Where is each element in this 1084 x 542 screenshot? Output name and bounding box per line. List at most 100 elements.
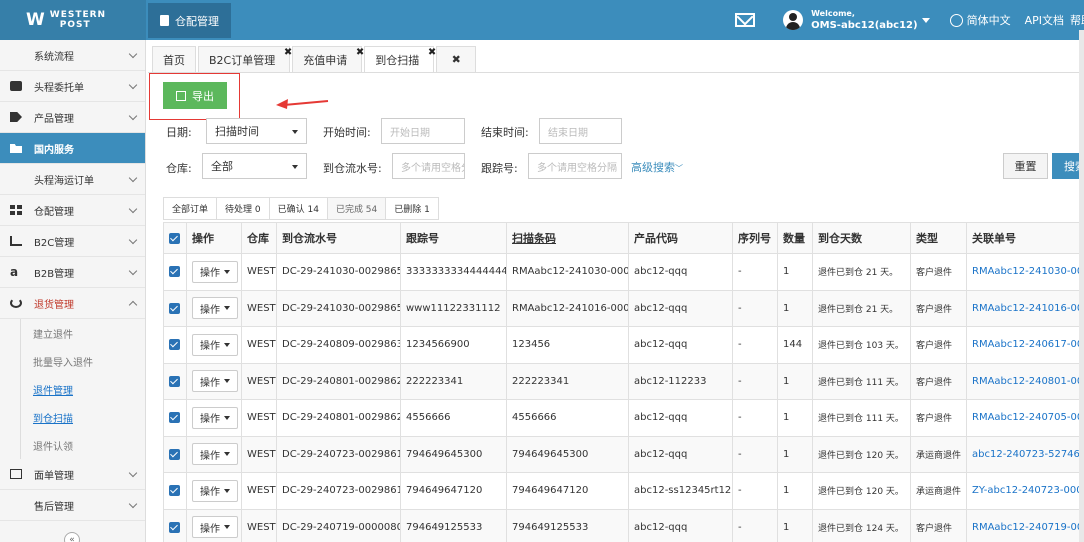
cell-serial: - [732,435,778,473]
cell-flow-number: DC-29-241030-00298655 [276,289,401,327]
row-action-button[interactable]: 操作 [192,443,238,466]
cell-type: 客户退件 [910,326,967,364]
row-checkbox[interactable] [163,362,187,400]
row-action-label: 操作 [200,341,220,353]
chevron-down-icon [128,49,138,59]
row-checkbox[interactable] [163,326,187,364]
mail-icon[interactable] [735,13,756,27]
row-action-button[interactable]: 操作 [192,333,238,356]
row-action-button[interactable]: 操作 [192,479,238,502]
select-all-checkbox[interactable] [163,222,187,254]
flow-number-input[interactable]: 多个请用空格分隔 [392,153,465,179]
cell-serial: - [732,399,778,437]
reset-button[interactable]: 重置 [1003,153,1048,179]
tab-arrival-scan[interactable]: 到仓扫描 ✖ [364,46,436,72]
cell-flow-number: DC-29-240801-00298629 [276,362,401,400]
cell-ref-link[interactable]: RMAabc12-240617-0001 [966,326,1084,364]
export-label: 导出 [192,89,214,103]
advanced-search-link[interactable]: 高级搜索﹀ [631,159,683,175]
row-checkbox[interactable] [163,253,187,291]
sidebar-subitem-return-claim[interactable]: 退件认领 [20,431,145,459]
api-docs-link[interactable]: API文档 [1025,12,1064,28]
sidebar-item-warehouse[interactable]: 仓配管理 [0,195,145,226]
tracking-input[interactable]: 多个请用空格分隔 [528,153,622,179]
cell-ref-link[interactable]: RMAabc12-240801-0001 [966,362,1084,400]
sidebar-item-first-leg-order[interactable]: 头程委托单 [0,71,145,102]
vertical-scrollbar[interactable] [1079,30,1084,542]
cell-ref-link[interactable]: RMAabc12-241030-0003 [966,253,1084,291]
sidebar-item-products[interactable]: 产品管理 [0,102,145,133]
collapse-sidebar-button[interactable]: « [64,532,80,542]
row-action-button[interactable]: 操作 [192,516,238,539]
sidebar-item-label: B2C管理 [34,237,75,249]
caret-down-icon[interactable] [921,17,930,23]
user-menu[interactable]: Welcome, OMS-abc12(abc12) [811,8,917,32]
tab-recharge[interactable]: 充值申请 ✖ [292,46,364,72]
row-checkbox[interactable] [163,289,187,327]
help-link[interactable]: 帮助 [1070,12,1084,28]
close-icon[interactable]: ✖ [356,47,364,58]
module-warehouse-tab[interactable]: 仓配管理 [148,3,231,38]
end-date-input[interactable]: 结束日期 [539,118,622,144]
page-tabs: 首页 B2C订单管理 ✖ 充值申请 ✖ 到仓扫描 ✖ ✖ [152,46,478,72]
close-icon[interactable]: ✖ [284,47,292,58]
row-checkbox[interactable] [163,435,187,473]
cell-ref-link[interactable]: RMAabc12-240719-0001 [966,508,1084,542]
close-icon[interactable]: ✖ [428,47,436,58]
sidebar-item-sea-order[interactable]: 头程海运订单 [0,164,145,195]
cell-flow-number: DC-29-240801-00298628 [276,399,401,437]
chevron-down-icon [128,266,138,276]
tab-label: B2C订单管理 [209,53,276,67]
cell-days: 退件已到仓 111 天。 [812,362,911,400]
cell-serial: - [732,508,778,542]
tab-b2c-orders[interactable]: B2C订单管理 ✖ [198,46,292,72]
start-date-input[interactable]: 开始日期 [381,118,465,144]
cell-days: 退件已到仓 111 天。 [812,399,911,437]
sidebar-item-after-sales[interactable]: 售后管理 [0,490,145,521]
status-tab-all[interactable]: 全部订单 [163,197,218,220]
cell-ref-link[interactable]: RMAabc12-241016-0001 [966,289,1084,327]
cell-ref-link[interactable]: ZY-abc12-240723-0001 [966,472,1084,510]
date-type-select[interactable]: 扫描时间 [206,118,307,144]
language-selector[interactable]: 简体中文 [967,12,1011,28]
row-action-label: 操作 [200,450,220,462]
status-tab-deleted[interactable]: 已删除 1 [385,197,439,220]
row-checkbox[interactable] [163,399,187,437]
logo[interactable]: W WESTERN POST [0,0,146,40]
row-action-button[interactable]: 操作 [192,406,238,429]
tab-home[interactable]: 首页 [152,46,196,72]
status-tab-completed[interactable]: 已完成 54 [326,197,387,220]
caret-down-icon [224,452,230,457]
close-all-tabs-button[interactable]: ✖ [436,46,477,72]
cell-ref-link[interactable]: abc12-240723-527460 [966,435,1084,473]
caret-down-icon [224,306,230,311]
chevron-down-icon: ﹀ [675,164,683,173]
sidebar-item-b2c[interactable]: B2C管理 [0,226,145,257]
row-action-button[interactable]: 操作 [192,260,238,283]
sidebar-item-returns[interactable]: 退货管理 [0,288,145,319]
welcome-text: Welcome, [811,9,855,18]
sidebar-item-system-flow[interactable]: 系统流程 [0,40,145,71]
sidebar-item-domestic-service[interactable]: 国内服务 [0,133,145,164]
column-header-sortable[interactable]: 扫描条码 [506,222,629,254]
sidebar-subitem-batch-import[interactable]: 批量导入退件 [20,347,145,375]
table-row: 操作 WEST DC-29-241030-00298655 www1112233111… [163,289,1084,327]
sidebar-item-b2b[interactable]: a B2B管理 [0,257,145,288]
sidebar-item-label-manage[interactable]: 面单管理 [0,459,145,490]
row-checkbox[interactable] [163,472,187,510]
cell-flow-number: DC-29-240723-00298617 [276,435,401,473]
status-tab-confirmed[interactable]: 已确认 14 [268,197,328,220]
sidebar-subitem-arrival-scan[interactable]: 到仓扫描 [20,403,145,431]
row-action-button[interactable]: 操作 [192,297,238,320]
sidebar-subitem-return-manage[interactable]: 退件管理 [20,375,145,403]
sidebar-item-label: 头程海运订单 [34,175,94,187]
avatar[interactable] [783,10,804,30]
row-action-button[interactable]: 操作 [192,370,238,393]
cell-ref-link[interactable]: RMAabc12-240705-0001 [966,399,1084,437]
warehouse-select[interactable]: 全部 [202,153,307,179]
row-checkbox[interactable] [163,508,187,542]
cell-warehouse: WEST [241,399,277,437]
status-tab-pending[interactable]: 待处理 0 [216,197,270,220]
sidebar-subitem-create-return[interactable]: 建立退件 [20,319,145,347]
export-button[interactable]: 导出 [163,82,227,109]
